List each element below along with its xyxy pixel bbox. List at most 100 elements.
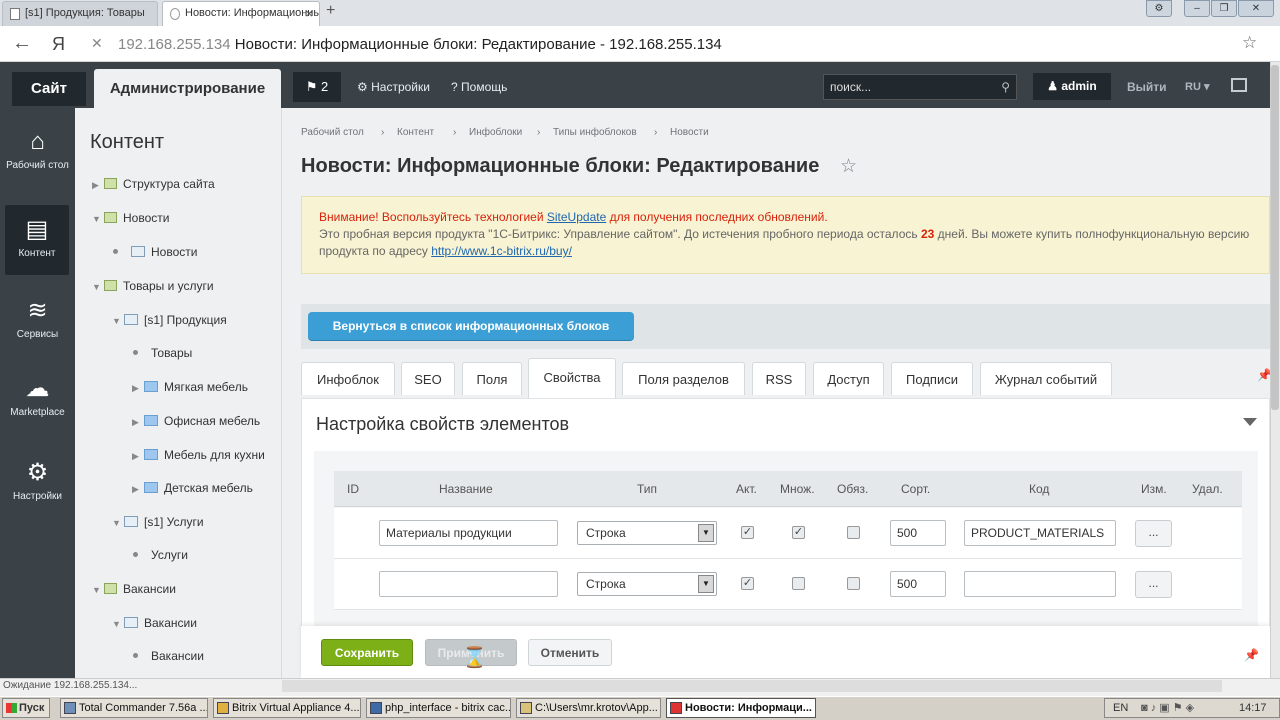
- siteupdate-link[interactable]: SiteUpdate: [547, 210, 606, 224]
- tab-section-fields[interactable]: Поля разделов: [622, 362, 745, 395]
- tree-item[interactable]: Новости: [112, 243, 197, 261]
- notifications-button[interactable]: ⚑ 2: [293, 72, 341, 102]
- chevron-down-icon[interactable]: ▼: [92, 210, 104, 228]
- horizontal-scrollbar[interactable]: [282, 680, 1222, 692]
- tree-item[interactable]: Услуги: [132, 546, 188, 564]
- taskbar-item[interactable]: C:\Users\mr.krotov\App...: [516, 698, 661, 718]
- browser-settings-button[interactable]: ⚙: [1146, 0, 1172, 17]
- tab-fields[interactable]: Поля: [462, 362, 522, 395]
- search-input[interactable]: поиск... ⚲: [823, 74, 1017, 100]
- active-checkbox[interactable]: ✓: [741, 526, 754, 539]
- menu-marketplace[interactable]: ☁ Marketplace: [0, 374, 75, 418]
- chevron-right-icon[interactable]: ▶: [132, 413, 144, 431]
- yandex-logo[interactable]: Я: [52, 34, 65, 55]
- breadcrumb-item[interactable]: Инфоблоки: [469, 127, 522, 138]
- cancel-button[interactable]: Отменить: [528, 639, 612, 666]
- keyboard-language[interactable]: EN: [1113, 699, 1128, 717]
- minimize-button[interactable]: ‒: [1184, 0, 1210, 17]
- tree-item[interactable]: ▶ Офисная мебель: [132, 412, 260, 430]
- settings-link[interactable]: ⚙ Настройки: [357, 80, 430, 94]
- url-field[interactable]: 192.168.255.134 Новости: Информационные …: [118, 36, 722, 53]
- buy-link[interactable]: http://www.1c-bitrix.ru/buy/: [431, 244, 572, 258]
- scrollbar-thumb[interactable]: [1271, 65, 1279, 410]
- clock[interactable]: 14:17: [1239, 699, 1267, 717]
- taskbar-item[interactable]: Total Commander 7.56a ...: [60, 698, 208, 718]
- tray-icons[interactable]: ◙ ♪ ▣ ⚑ ◈: [1141, 699, 1194, 717]
- tree-item[interactable]: ▼ Вакансии: [92, 580, 176, 598]
- search-icon[interactable]: ⚲: [1001, 75, 1010, 99]
- language-select[interactable]: RU ▾: [1185, 80, 1209, 93]
- multiple-checkbox[interactable]: [792, 577, 805, 590]
- chevron-right-icon[interactable]: ▶: [132, 480, 144, 498]
- back-arrow-icon[interactable]: ←: [12, 32, 32, 55]
- required-checkbox[interactable]: [847, 577, 860, 590]
- taskbar-item[interactable]: Bitrix Virtual Appliance 4....: [213, 698, 361, 718]
- tree-item[interactable]: ▼ [s1] Продукция: [112, 311, 227, 329]
- tab-event-log[interactable]: Журнал событий: [980, 362, 1112, 395]
- tree-item[interactable]: ▶ Детская мебель: [132, 479, 253, 497]
- tree-item[interactable]: Вакансии: [132, 647, 204, 665]
- tree-item[interactable]: ▼ Товары и услуги: [92, 277, 214, 295]
- sort-input[interactable]: 500: [890, 520, 946, 546]
- multiple-checkbox[interactable]: ✓: [792, 526, 805, 539]
- tree-item[interactable]: ▶ Мягкая мебель: [132, 378, 248, 396]
- chevron-right-icon[interactable]: ▶: [92, 176, 104, 194]
- collapse-arrow-icon[interactable]: [1243, 418, 1257, 426]
- menu-desktop[interactable]: ⌂ Рабочий стол: [0, 128, 75, 171]
- chevron-right-icon[interactable]: ▶: [132, 447, 144, 465]
- sort-input[interactable]: 500: [890, 571, 946, 597]
- breadcrumb-item[interactable]: Новости: [670, 127, 709, 138]
- start-button[interactable]: Пуск: [2, 698, 50, 718]
- tab-rss[interactable]: RSS: [752, 362, 806, 395]
- help-link[interactable]: ? Помощь: [451, 80, 507, 94]
- tree-item[interactable]: Товары: [132, 344, 192, 362]
- code-input[interactable]: [964, 571, 1116, 597]
- administration-tab[interactable]: Администрирование: [94, 69, 281, 108]
- edit-property-button[interactable]: ...: [1135, 520, 1172, 547]
- chevron-down-icon[interactable]: ▼: [92, 581, 104, 599]
- close-tab-icon[interactable]: ×: [305, 2, 313, 25]
- bookmark-star-icon[interactable]: ☆: [1242, 33, 1257, 53]
- required-checkbox[interactable]: [847, 526, 860, 539]
- edit-property-button[interactable]: ...: [1135, 571, 1172, 598]
- maximize-button[interactable]: ❐: [1211, 0, 1237, 17]
- stop-loading-icon[interactable]: ✕: [91, 35, 103, 52]
- breadcrumb-item[interactable]: Типы инфоблоков: [553, 127, 637, 138]
- logout-link[interactable]: Выйти: [1127, 80, 1167, 94]
- menu-settings[interactable]: ⚙ Настройки: [0, 458, 75, 502]
- close-window-button[interactable]: ✕: [1238, 0, 1274, 17]
- save-button[interactable]: Сохранить: [321, 639, 413, 666]
- tab-seo[interactable]: SEO: [401, 362, 455, 395]
- tree-item[interactable]: ▶ Структура сайта: [92, 175, 215, 193]
- tree-item[interactable]: ▼ Вакансии: [112, 614, 197, 632]
- breadcrumb-item[interactable]: Контент: [397, 127, 434, 138]
- back-to-list-button[interactable]: Вернуться в список информационных блоков: [308, 312, 634, 340]
- tree-item[interactable]: ▶ Мебель для кухни: [132, 446, 265, 464]
- chevron-down-icon[interactable]: ▼: [112, 514, 124, 532]
- property-type-select[interactable]: Строка ▼: [577, 521, 717, 545]
- breadcrumb-item[interactable]: Рабочий стол: [301, 127, 364, 138]
- site-button[interactable]: Сайт: [12, 72, 86, 106]
- tree-item[interactable]: ▼ [s1] Услуги: [112, 513, 204, 531]
- tree-item[interactable]: ▼ Новости: [92, 209, 169, 227]
- tab-properties[interactable]: Свойства: [528, 358, 616, 398]
- favorite-star-icon[interactable]: ☆: [840, 155, 857, 178]
- property-name-input[interactable]: Материалы продукции: [379, 520, 558, 546]
- pin-icon[interactable]: 📌: [1244, 648, 1259, 662]
- new-tab-button[interactable]: +: [326, 2, 335, 20]
- chevron-down-icon[interactable]: ▼: [92, 278, 104, 296]
- tab-access[interactable]: Доступ: [813, 362, 884, 395]
- browser-tab[interactable]: [s1] Продукция: Товары: [2, 1, 158, 26]
- menu-services[interactable]: ≋ Сервисы: [0, 296, 75, 340]
- user-button[interactable]: ♟ admin: [1033, 73, 1111, 100]
- active-checkbox[interactable]: ✓: [741, 577, 754, 590]
- tab-iblock[interactable]: Инфоблок: [301, 362, 395, 395]
- chevron-right-icon[interactable]: ▶: [132, 379, 144, 397]
- menu-content[interactable]: ▤ Контент: [5, 205, 69, 275]
- code-input[interactable]: PRODUCT_MATERIALS: [964, 520, 1116, 546]
- property-type-select[interactable]: Строка ▼: [577, 572, 717, 596]
- taskbar-item-active[interactable]: Новости: Информаци...: [666, 698, 816, 718]
- tab-captions[interactable]: Подписи: [891, 362, 973, 395]
- taskbar-item[interactable]: php_interface - bitrix cac...: [366, 698, 511, 718]
- chevron-down-icon[interactable]: ▼: [112, 615, 124, 633]
